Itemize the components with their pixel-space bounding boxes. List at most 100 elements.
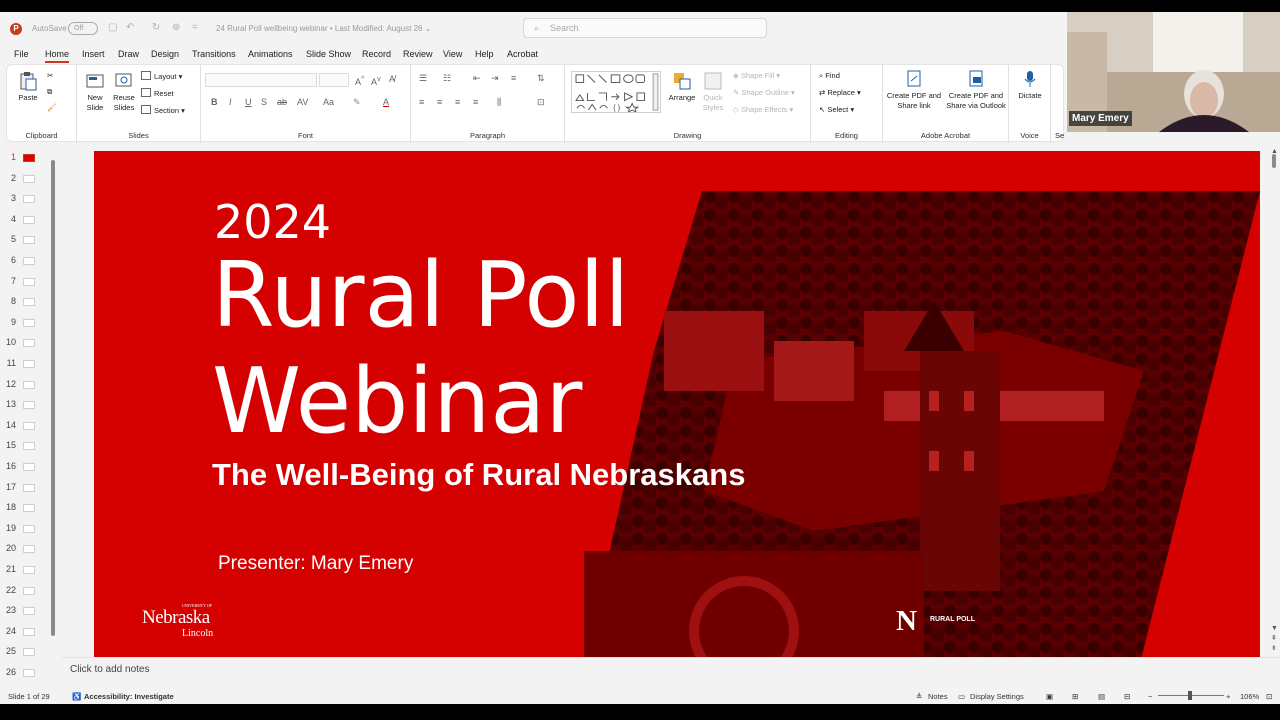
customize-qat-icon[interactable]: = [192,22,198,33]
slide-thumbnail-preview[interactable] [23,174,35,183]
align-left-icon[interactable]: ≡ [419,97,424,107]
align-center-icon[interactable]: ≡ [437,97,442,107]
slide-thumbnail-preview[interactable] [23,483,35,492]
tab-slide-show[interactable]: Slide Show [306,49,351,59]
bullets-icon[interactable]: ☰ [419,73,427,84]
notes-pane[interactable]: Click to add notes [62,657,1280,684]
format-painter-icon[interactable]: 🖌 [47,103,57,112]
tab-animations[interactable]: Animations [248,49,293,59]
slide-thumbnail-preview[interactable] [23,586,35,595]
copy-icon[interactable]: ⧉ [47,87,52,97]
bold-icon[interactable]: B [211,97,218,107]
slide-thumbnail-preview[interactable] [23,566,35,574]
slide-show-icon[interactable]: ⊟ [1124,692,1130,701]
slide-thumbnail-preview[interactable] [23,154,35,162]
undo-icon[interactable]: ↶ [126,22,134,33]
text-direction-icon[interactable]: ⇅ [537,73,545,84]
slide-thumbnail-preview[interactable] [23,380,35,389]
strikethrough-icon[interactable]: ab [277,97,287,107]
justify-icon[interactable]: ≡ [473,97,478,107]
font-name-dropdown[interactable] [205,73,317,87]
fit-to-window-icon[interactable]: ⊡ [1266,692,1272,701]
slide-thumbnail-preview[interactable] [23,401,35,410]
reuse-slides-button[interactable]: Reuse Slides [111,71,137,113]
align-right-icon[interactable]: ≡ [455,97,460,107]
arrange-button[interactable]: Arrange [667,71,697,103]
slide-thumbnail-preview[interactable] [23,607,35,616]
tab-file[interactable]: File [14,49,29,59]
slide-thumbnail-preview[interactable] [23,195,35,204]
slide-thumbnail-preview[interactable] [23,236,35,245]
italic-icon[interactable]: I [229,97,232,107]
slide-thumbnail-preview[interactable] [23,339,35,348]
normal-view-icon[interactable]: ▣ [1046,692,1053,701]
character-spacing-icon[interactable]: AV [297,97,308,107]
slide-sorter-icon[interactable]: ⊞ [1072,692,1078,701]
slide-thumbnail-preview[interactable] [23,257,35,265]
redo-icon[interactable]: ↻ [152,22,160,33]
zoom-level[interactable]: 106% [1240,692,1259,701]
notes-toggle-button[interactable]: Notes [928,692,948,701]
font-size-dropdown[interactable] [319,73,349,87]
notes-toggle-icon[interactable]: ≜ [916,692,922,701]
display-settings-button[interactable]: Display Settings [970,692,1024,701]
present-icon[interactable]: ⊕ [172,22,180,33]
save-icon[interactable]: ▢ [108,22,117,33]
create-pdf-outlook-button[interactable]: Create PDF and Share via Outlook [943,69,1009,111]
paste-button[interactable]: Paste [13,71,43,103]
zoom-out-icon[interactable]: − [1148,692,1152,701]
shape-effects-button[interactable]: ◇ Shape Effects ▾ [733,105,793,114]
zoom-in-icon[interactable]: + [1226,692,1230,701]
layout-button[interactable]: Layout ▾ [141,71,182,81]
align-text-icon[interactable]: ⊡ [537,97,545,108]
slide-thumbnail-preview[interactable] [23,504,35,513]
slide-thumbnail-preview[interactable] [23,669,35,677]
tab-record[interactable]: Record [362,49,391,59]
slide-thumbnail-preview[interactable] [23,215,35,224]
display-settings-icon[interactable]: ▭ [958,692,965,701]
slide-scroll-thumb[interactable] [1272,154,1276,168]
quick-styles-button[interactable]: Quick Styles [699,71,727,113]
slide-thumbnail-preview[interactable] [23,545,35,554]
shape-fill-button[interactable]: ◈ Shape Fill ▾ [733,71,780,80]
shapes-gallery[interactable]: { } [571,71,661,113]
dictate-button[interactable]: Dictate [1013,69,1047,101]
slide-thumbnail-preview[interactable] [23,442,35,451]
accessibility-status[interactable]: Accessibility: Investigate [84,692,174,701]
slide-thumbnail-preview[interactable] [23,298,35,307]
tab-view[interactable]: View [443,49,462,59]
new-slide-button[interactable]: New Slide [81,71,109,113]
select-button[interactable]: ↖ Select ▾ [819,105,854,114]
slide-thumbnail-preview[interactable] [23,421,35,430]
tab-acrobat[interactable]: Acrobat [507,49,538,59]
slide-thumbnail[interactable]: 26 [0,663,60,683]
create-pdf-share-link-button[interactable]: Create PDF and Share link [885,69,943,111]
notes-placeholder[interactable]: Click to add notes [70,664,150,675]
highlight-icon[interactable]: ✎ [353,97,361,108]
underline-icon[interactable]: U [245,97,252,107]
replace-button[interactable]: ⇄ Replace ▾ [819,88,861,97]
tab-transitions[interactable]: Transitions [192,49,236,59]
font-color-icon[interactable]: A [383,97,389,107]
slide-scrollbar[interactable]: ▲ ▼ ⇞ ⇟ [1268,146,1280,667]
reset-button[interactable]: Reset [141,88,174,98]
clear-formatting-icon[interactable]: A̸ [389,74,395,84]
slide-thumbnail-preview[interactable] [23,277,35,286]
change-case-icon[interactable]: Aa [323,97,334,107]
line-spacing-icon[interactable]: ≡ [511,73,516,83]
autosave-toggle[interactable]: Off [68,22,98,35]
increase-font-icon[interactable]: A^ [355,74,365,87]
thumbnails-scroll-thumb[interactable] [51,160,55,636]
scroll-down-icon[interactable]: ▼ ⇞ ⇟ [1271,624,1278,654]
tab-draw[interactable]: Draw [118,49,139,59]
slide-thumbnail-preview[interactable] [23,524,35,533]
columns-icon[interactable]: ⫼ [497,97,501,108]
slide-thumbnail-preview[interactable] [23,463,35,471]
slide-thumbnail[interactable]: 25 [0,642,60,662]
decrease-font-icon[interactable]: Av [371,74,381,87]
document-title[interactable]: 24 Rural Poll wellbeing webinar • Last M… [216,24,431,33]
cut-icon[interactable]: ✂ [47,71,53,80]
reading-view-icon[interactable]: ▤ [1098,692,1105,701]
numbering-icon[interactable]: ☷ [443,73,451,84]
tab-help[interactable]: Help [475,49,494,59]
